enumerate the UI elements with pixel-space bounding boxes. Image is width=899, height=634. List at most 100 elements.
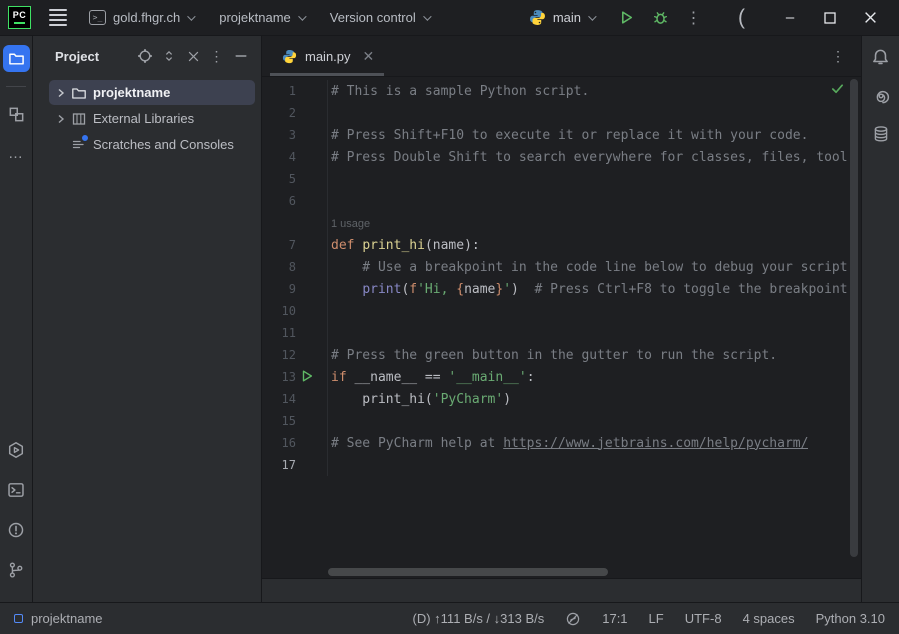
gutter[interactable]: 3 <box>262 124 328 146</box>
editor-options-button[interactable]: ⋮ <box>815 48 861 65</box>
line-number: 9 <box>262 282 296 296</box>
minimize-button[interactable]: – <box>773 4 807 32</box>
panel-options-button[interactable]: ⋮ <box>205 44 229 68</box>
gutter[interactable] <box>262 212 328 234</box>
tree-item-label: External Libraries <box>93 111 194 126</box>
status-indent[interactable]: 4 spaces <box>743 611 795 626</box>
gutter[interactable]: 9 <box>262 278 328 300</box>
inlay-hint-row[interactable]: 1 usage <box>262 212 861 234</box>
tree-item-scratches[interactable]: Scratches and Consoles <box>49 132 255 157</box>
status-interpreter[interactable]: Python 3.10 <box>816 611 885 626</box>
run-button[interactable] <box>612 4 640 32</box>
gutter[interactable]: 12 <box>262 344 328 366</box>
ai-assistant-button[interactable] <box>867 82 894 109</box>
close-button[interactable] <box>853 4 887 32</box>
gutter[interactable]: 16 <box>262 432 328 454</box>
code-editor[interactable]: 1# This is a sample Python script.23# Pr… <box>262 77 861 578</box>
code-line[interactable]: 5 <box>262 168 861 190</box>
project-panel-title: Project <box>55 49 133 64</box>
more-actions-button[interactable]: ⋮ <box>680 4 708 32</box>
gutter[interactable]: 13 <box>262 366 328 388</box>
version-control-menu[interactable]: Version control <box>322 6 437 29</box>
project-tool-window-button[interactable] <box>3 45 30 72</box>
run-gutter-icon[interactable] <box>300 369 314 383</box>
gutter[interactable]: 5 <box>262 168 328 190</box>
gutter[interactable]: 4 <box>262 146 328 168</box>
debug-button[interactable] <box>646 4 674 32</box>
line-number: 4 <box>262 150 296 164</box>
gutter[interactable]: 6 <box>262 190 328 212</box>
status-line-separator[interactable]: LF <box>649 611 664 626</box>
locate-file-button[interactable] <box>133 44 157 68</box>
editor-tab-bar: main.py ✕ ⋮ <box>262 36 861 77</box>
code-line[interactable]: 11 <box>262 322 861 344</box>
terminal-tool-window-button[interactable] <box>3 476 30 503</box>
main-menu-button[interactable] <box>49 6 67 28</box>
remote-host-menu[interactable]: >_ gold.fhgr.ch <box>81 6 201 29</box>
status-encoding[interactable]: UTF-8 <box>685 611 722 626</box>
tree-item-projektname[interactable]: projektname <box>49 80 255 105</box>
horizontal-scrollbar[interactable] <box>328 568 608 576</box>
status-network-speed[interactable]: (D) ↑111 B/s / ↓313 B/s <box>413 611 545 626</box>
problems-tool-window-button[interactable] <box>3 516 30 543</box>
code-line[interactable]: 12# Press the green button in the gutter… <box>262 344 861 366</box>
code-line[interactable]: 10 <box>262 300 861 322</box>
database-button[interactable] <box>867 120 894 147</box>
git-tool-window-button[interactable] <box>3 556 30 583</box>
chevron-right-icon[interactable] <box>53 114 69 124</box>
code-line[interactable]: 6 <box>262 190 861 212</box>
code-line[interactable]: 3# Press Shift+F10 to execute it or repl… <box>262 124 861 146</box>
code-text: # Use a breakpoint in the code line belo… <box>328 260 848 275</box>
code-line[interactable]: 16# See PyCharm help at https://www.jetb… <box>262 432 861 454</box>
code-line[interactable]: 17 <box>262 454 861 476</box>
more-tool-windows-button[interactable]: … <box>3 140 30 167</box>
ai-assistant-spiral-icon <box>872 87 890 105</box>
code-text: # See PyCharm help at https://www.jetbra… <box>328 436 808 451</box>
line-number: 1 <box>262 84 296 98</box>
inspections-ok-icon[interactable] <box>830 81 845 96</box>
code-line[interactable]: 1# This is a sample Python script. <box>262 80 861 102</box>
code-line[interactable]: 4 # Press Double Shift to search everywhe… <box>262 146 861 168</box>
code-line[interactable]: 8 # Use a breakpoint in the code line be… <box>262 256 861 278</box>
gutter[interactable]: 17 <box>262 454 328 476</box>
crescent-icon[interactable]: ( <box>738 8 745 28</box>
run-configuration-selector[interactable]: main <box>521 5 602 30</box>
code-line[interactable]: 2 <box>262 102 861 124</box>
gutter[interactable]: 10 <box>262 300 328 322</box>
code-line[interactable]: 14 print_hi('PyCharm') <box>262 388 861 410</box>
gutter[interactable]: 8 <box>262 256 328 278</box>
status-project[interactable]: projektname <box>31 611 103 626</box>
code-text: # Press Double Shift to search everywher… <box>328 150 848 165</box>
gutter[interactable]: 2 <box>262 102 328 124</box>
hide-panel-button[interactable] <box>229 44 253 68</box>
code-line[interactable]: 15 <box>262 410 861 432</box>
gutter[interactable]: 14 <box>262 388 328 410</box>
code-line[interactable]: 9 print(f'Hi, {name}') # Press Ctrl+F8 t… <box>262 278 861 300</box>
gutter[interactable]: 1 <box>262 80 328 102</box>
gutter[interactable]: 11 <box>262 322 328 344</box>
gutter[interactable]: 7 <box>262 234 328 256</box>
vertical-scrollbar[interactable] <box>850 79 858 557</box>
notifications-button[interactable] <box>867 44 894 71</box>
folder-icon <box>69 85 89 101</box>
tab-main-py[interactable]: main.py ✕ <box>270 36 384 76</box>
highlighting-off-icon[interactable] <box>565 611 581 627</box>
structure-tool-window-button[interactable] <box>3 101 30 128</box>
code-line[interactable]: 13if __name__ == '__main__': <box>262 366 861 388</box>
gutter[interactable]: 15 <box>262 410 328 432</box>
code-line[interactable]: 7def print_hi(name): <box>262 234 861 256</box>
kebab-menu-icon: ⋮ <box>210 48 225 65</box>
tab-close-icon[interactable]: ✕ <box>363 48 375 65</box>
project-menu[interactable]: projektname <box>211 6 312 29</box>
maximize-button[interactable] <box>813 4 847 32</box>
status-caret-position[interactable]: 17:1 <box>602 611 627 626</box>
tree-item-external-libraries[interactable]: External Libraries <box>49 106 255 131</box>
terminal-icon <box>7 481 25 499</box>
usages-inlay-hint[interactable]: 1 usage <box>328 216 370 231</box>
expand-collapse-button[interactable] <box>157 44 181 68</box>
pycharm-logo: PC <box>8 6 31 29</box>
services-tool-window-button[interactable] <box>3 436 30 463</box>
chevron-right-icon[interactable] <box>53 88 69 98</box>
clock-badge-icon <box>81 134 89 142</box>
collapse-all-button[interactable] <box>181 44 205 68</box>
